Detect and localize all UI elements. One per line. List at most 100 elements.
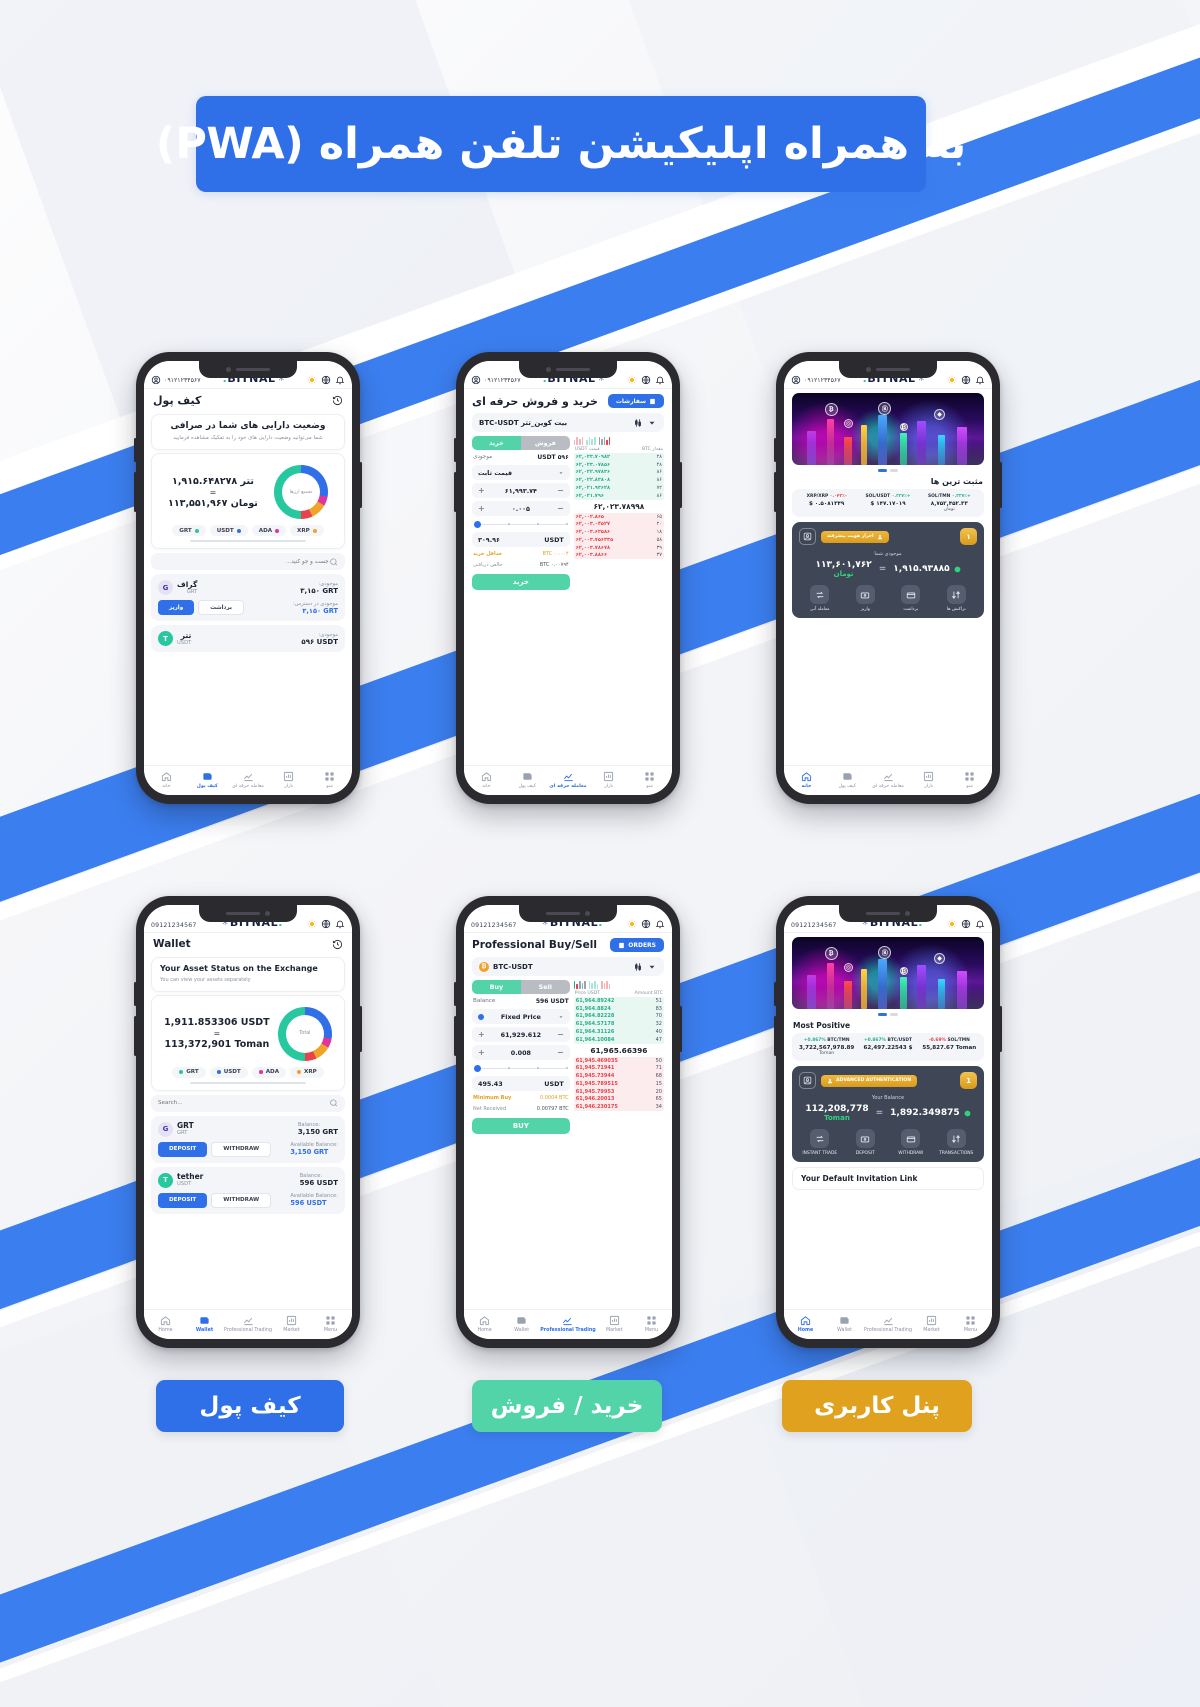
price-stepper[interactable]: + 61,929.612 − [472,1027,570,1042]
order-book-row[interactable]: 61,945.71941 71 [573,1064,664,1073]
deposit-button[interactable]: واریز [158,600,195,616]
nav-item-pro-trading[interactable]: Professional Trading [224,1315,272,1333]
nav-item-wallet[interactable]: Wallet [503,1315,540,1333]
avatar[interactable] [799,1072,816,1089]
nav-item-pro-trading[interactable]: Professional Trading [864,1315,912,1333]
nav-item-pro-trading[interactable]: معامله حرفه ای [868,771,909,789]
chips-scrollbar[interactable] [189,1081,307,1084]
globe-icon[interactable] [321,919,331,929]
submit-order-button[interactable]: خرید [472,574,570,590]
sun-icon[interactable] [627,919,637,929]
nav-item-wallet[interactable]: کیف پول [827,771,868,789]
buy-sell-toggle[interactable]: فروش خرید [472,436,570,450]
order-book-row[interactable]: ۲۸ ۶۲,۰۲۳.۷۰۹۸۲ [573,453,664,461]
increment-icon[interactable]: + [478,1030,485,1039]
increment-icon[interactable]: + [478,504,485,513]
submit-order-button[interactable]: BUY [472,1118,570,1134]
nav-item-market[interactable]: Market [596,1315,633,1333]
nav-item-menu[interactable]: Menu [311,1315,350,1333]
deposit-button[interactable]: DEPOSIT [158,1192,208,1208]
promo-banner-image[interactable]: ₿ Ⓑ ◆ ◎ ₿ [792,937,984,1009]
order-book-row[interactable]: 61,964.8824 83 [573,1004,664,1013]
order-book-row[interactable]: 61,964.57178 32 [573,1020,664,1029]
nav-item-home[interactable]: Home [146,1315,185,1333]
nav-item-home[interactable]: خانه [786,771,827,789]
order-book-row[interactable]: 61,945.79953 20 [573,1087,664,1096]
orders-button[interactable]: ORDERS [610,938,664,952]
order-book-row[interactable]: 61,946.230175 34 [573,1103,664,1112]
price-stepper[interactable]: − ۶۱,۹۹۳.۷۴ + [472,483,570,498]
advanced-auth-badge[interactable]: احراز هویت پیشرفته [821,530,889,543]
globe-icon[interactable] [641,375,651,385]
legend-chip[interactable]: ADA [251,525,287,537]
order-book-row[interactable]: 61,964.31126 40 [573,1028,664,1036]
order-book-row[interactable]: ۴۸ ۶۲,۰۲۳.۰۷۸۵۶ [573,460,664,469]
order-book-row[interactable]: 61,945.469035 50 [573,1056,664,1065]
carousel-dots[interactable] [784,1011,992,1019]
bell-icon[interactable] [655,919,665,929]
search-input[interactable] [158,558,329,565]
asset-search[interactable] [151,1094,345,1112]
power-button[interactable] [679,1006,682,1052]
nav-item-wallet[interactable]: کیف پول [507,771,548,789]
amount-slider[interactable] [472,519,570,529]
nav-item-menu[interactable]: منو [949,771,990,789]
nav-item-pro-trading[interactable]: معامله حرفه ای [228,771,269,789]
invitation-link-card[interactable]: Your Default Invitation Link [792,1167,984,1190]
order-book-row[interactable]: ۱۸ ۶۲,۰۰۳.۶۲۵۸۶ [573,528,664,537]
order-book-row[interactable]: 61,964.82228 70 [573,1012,664,1021]
nav-item-home[interactable]: Home [466,1315,503,1333]
nav-item-menu[interactable]: Menu [633,1315,670,1333]
promo-banner-image[interactable]: ₿ Ⓑ ◆ ◎ ₿ [792,393,984,465]
order-book-row[interactable]: ۸۶ ۶۲,۰۲۲.۹۷۸۳۶ [573,468,664,477]
nav-item-wallet[interactable]: کیف پول [187,771,228,789]
user-icon[interactable] [471,375,481,385]
history-icon[interactable] [332,395,343,406]
user-icon[interactable] [151,375,161,385]
order-book-row[interactable]: ۸۶ ۶۲,۰۲۱.۷۹۶ [573,491,664,500]
order-book-row[interactable]: 61,964.10084 47 [573,1035,664,1044]
bell-icon[interactable] [335,919,345,929]
decrement-icon[interactable]: − [557,486,564,495]
nav-item-market[interactable]: Market [272,1315,311,1333]
order-book-row[interactable]: 61,946.20013 65 [573,1095,664,1104]
legend-chip[interactable]: USDT [209,1066,248,1078]
action-deposit[interactable]: واریز [845,585,887,612]
nav-item-menu[interactable]: منو [629,771,670,789]
buy-sell-toggle[interactable]: Buy Sell [472,980,570,994]
power-button[interactable] [999,462,1002,508]
amount-stepper[interactable]: − ۰.۰۰۵ + [472,501,570,516]
bell-icon[interactable] [975,375,985,385]
advanced-auth-badge[interactable]: ADVANCED AUTHENTICATION [821,1074,918,1087]
ticker-item[interactable]: +۰.۳۲۷٪ SOL/TMN ۸,۷۵۲,۴۵۲.۳۳ تومان [919,494,980,512]
ticker-item[interactable]: +0.867% BTC/USDT 62,497.22543 $ [857,1038,918,1056]
carousel-dot[interactable] [890,1013,898,1016]
decrement-icon[interactable]: − [557,1030,564,1039]
legend-chip[interactable]: XRP [290,1066,324,1078]
order-book-row[interactable]: ۳۹ ۶۲,۰۰۳.۷۸۶۷۸ [573,543,664,552]
orders-button[interactable]: سفارشات [607,394,664,408]
history-icon[interactable] [332,939,343,950]
bell-icon[interactable] [335,375,345,385]
legend-chip[interactable]: GRT [172,1066,206,1078]
sun-icon[interactable] [627,375,637,385]
order-book-row[interactable]: ۸۶ ۶۲,۰۲۲.۸۳۸۰۸ [573,476,664,485]
asset-search[interactable] [151,553,345,571]
nav-item-menu[interactable]: منو [309,771,350,789]
ticker-item[interactable]: -0.69% SOL/TMN 55,827.67 Toman [919,1038,980,1056]
power-button[interactable] [679,462,682,508]
search-input[interactable] [158,1100,329,1106]
action-transactions[interactable]: تراکنش ها [936,585,978,612]
increment-icon[interactable]: + [478,1048,485,1057]
nav-item-market[interactable]: بازار [588,771,629,789]
carousel-dot[interactable] [890,469,898,472]
pair-selector[interactable]: بیت کوین_تتر BTC-USDT [472,413,664,432]
order-book-row[interactable]: ۳۷ ۶۲,۰۰۳.۸۸۶۶ [573,551,664,560]
carousel-dot-active[interactable] [878,1013,887,1016]
nav-item-home[interactable]: خانه [146,771,187,789]
legend-chip[interactable]: XRP [290,525,324,537]
ticker-item[interactable]: +۰.۳۲۷٪ SOL/USDT $ ۱۴۷.۱۷۰۱۹ [857,494,918,512]
nav-item-pro-trading[interactable]: Professional Trading [540,1315,596,1333]
nav-item-market[interactable]: بازار [908,771,949,789]
chips-scrollbar[interactable] [189,540,307,543]
